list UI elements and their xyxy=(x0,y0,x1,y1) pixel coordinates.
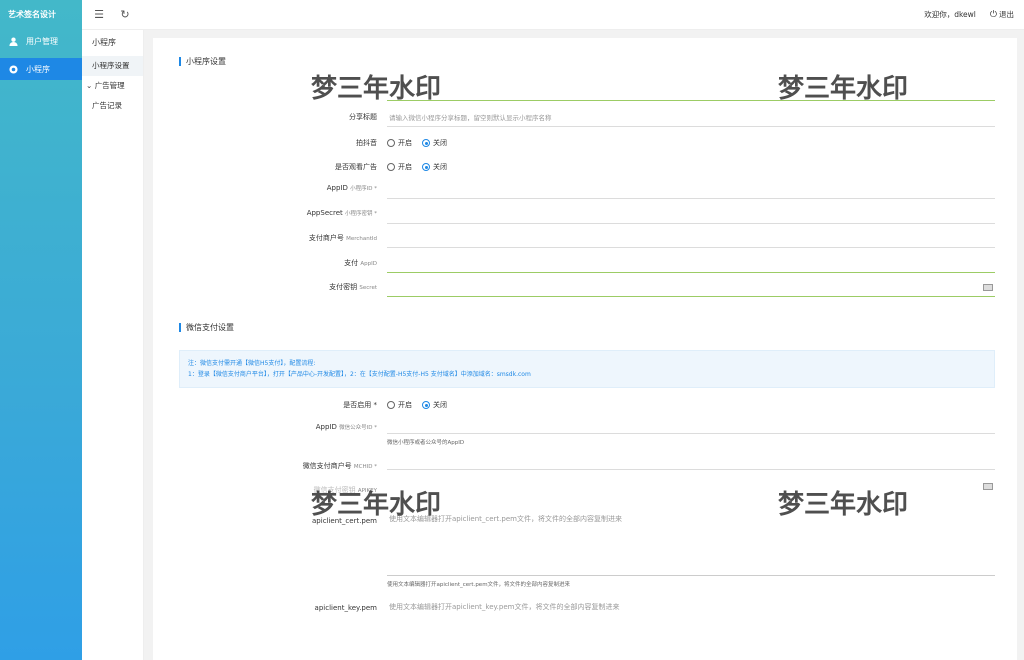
app-title: 艺术签名设计 xyxy=(8,10,56,19)
form-row-payappid: 支付 AppID xyxy=(153,254,1017,274)
ad-label: 是否观看广告 xyxy=(335,163,377,171)
keyboard-icon[interactable] xyxy=(983,483,993,490)
section-title-wechat-pay: 微信支付设置 xyxy=(179,322,234,333)
wx-appid-hint: 微信小程序或者公众号的AppID xyxy=(387,440,465,446)
subnav-group-label: 广告管理 xyxy=(94,81,125,90)
sidebar-item-label: 小程序 xyxy=(26,64,50,74)
appid-label: AppID 小程序ID * xyxy=(326,184,377,192)
form-row-mch: 微信支付商户号 MCHID * xyxy=(153,457,1017,477)
watermark-2: 梦三年水印 xyxy=(778,74,909,104)
enable-on-radio[interactable]: 开启 xyxy=(387,400,412,410)
user-icon xyxy=(8,36,18,46)
chevron-down-icon: ⌄ xyxy=(86,81,93,90)
douyin-radio-group: 开启 关闭 xyxy=(387,138,457,148)
watermark-3: 梦三年水印 xyxy=(311,490,442,520)
share-title-input[interactable]: 请输入微信小程序分享标题，留空则默认显示小程序名称 xyxy=(387,108,995,127)
watermark-4: 梦三年水印 xyxy=(778,490,909,520)
form-row-ad: 是否观看广告 开启 关闭 xyxy=(153,158,1017,178)
menu-toggle-icon[interactable]: ☰ xyxy=(90,8,108,21)
appsecret-input[interactable] xyxy=(387,205,995,224)
wx-appid-input[interactable] xyxy=(387,419,995,434)
share-label: 分享标题 xyxy=(349,113,377,121)
miniapp-icon xyxy=(8,64,18,74)
keypem-textarea[interactable]: 使用文本编辑器打开apiclient_key.pem文件，将文件的全部内容复制进… xyxy=(387,598,995,658)
watermark-1: 梦三年水印 xyxy=(311,74,442,104)
form-row-merchant: 支付商户号 MerchantId xyxy=(153,229,1017,249)
sidebar-item-users[interactable]: 用户管理 xyxy=(0,30,82,52)
logout-link[interactable]: 退出 xyxy=(999,9,1014,20)
power-icon[interactable]: ⏻ xyxy=(990,10,997,20)
note-line-2: 1：登录【微信支付商户平台】，打开【产品中心-开发配置】，2：在【支付配置-H5… xyxy=(188,371,531,378)
pay-secret-input[interactable] xyxy=(387,278,995,297)
enable-radio-group: 开启 关闭 xyxy=(387,400,457,410)
pay-appid-input[interactable] xyxy=(387,254,995,273)
keypem-label: apiclient_key.pem xyxy=(314,604,377,612)
payappid-label: 支付 AppID xyxy=(344,259,377,267)
refresh-icon[interactable]: ↻ xyxy=(116,8,134,21)
sub-nav-title: 小程序 xyxy=(92,38,116,47)
douyin-on-radio[interactable]: 开启 xyxy=(387,138,412,148)
douyin-off-radio[interactable]: 关闭 xyxy=(422,138,447,148)
form-row-enable: 是否启用 * 开启 关闭 xyxy=(153,396,1017,416)
form-row-secret: AppSecret 小程序密钥 * xyxy=(153,205,1017,225)
subnav-item-ad-records[interactable]: 广告记录 xyxy=(82,96,143,116)
main-panel: 小程序设置 分享标题 请输入微信小程序分享标题，留空则默认显示小程序名称 拍抖音… xyxy=(153,38,1017,660)
enable-off-radio[interactable]: 关闭 xyxy=(422,400,447,410)
enable-label: 是否启用 * xyxy=(343,401,377,409)
subnav-group-ads[interactable]: ⌄ 广告管理 xyxy=(82,76,143,96)
wx-appid-label: AppID 微信公众号ID * xyxy=(315,423,377,431)
username[interactable]: dkewl xyxy=(954,10,976,19)
paysecret-label: 支付密钥 Secret xyxy=(329,283,377,291)
secret-label: AppSecret 小程序密钥 * xyxy=(306,209,377,217)
sidebar: 艺术签名设计 用户管理 小程序 xyxy=(0,0,82,660)
form-row-wx-appid: AppID 微信公众号ID * xyxy=(153,419,1017,439)
sub-nav: 小程序 小程序设置 ⌄ 广告管理 广告记录 xyxy=(82,30,144,660)
appid-input[interactable] xyxy=(387,180,995,199)
note-line-1: 注：微信支付需开通【微信H5支付】，配置流程: xyxy=(188,360,316,367)
ad-off-radio[interactable]: 关闭 xyxy=(422,162,447,172)
section-title-miniapp: 小程序设置 xyxy=(179,56,226,67)
keyboard-icon[interactable] xyxy=(983,284,993,291)
subnav-item-settings[interactable]: 小程序设置 xyxy=(82,56,143,76)
form-row-appid: AppID 小程序ID * xyxy=(153,180,1017,200)
merchant-id-input[interactable] xyxy=(387,229,995,248)
config-note: 注：微信支付需开通【微信H5支付】，配置流程: 1：登录【微信支付商户平台】，打… xyxy=(179,350,995,388)
mch-label: 微信支付商户号 MCHID * xyxy=(302,462,377,470)
ad-on-radio[interactable]: 开启 xyxy=(387,162,412,172)
sidebar-item-label: 用户管理 xyxy=(26,36,58,46)
form-row-douyin: 拍抖音 开启 关闭 xyxy=(153,134,1017,154)
user-area: 欢迎你， dkewl ⏻ 退出 xyxy=(920,9,1014,20)
sidebar-item-miniapp[interactable]: 小程序 xyxy=(0,58,82,80)
form-row-paysecret: 支付密钥 Secret xyxy=(153,278,1017,298)
cert-hint: 使用文本编辑器打开apiclient_cert.pem文件，将文件的全部内容复制… xyxy=(387,582,571,588)
welcome-text: 欢迎你， xyxy=(924,10,955,19)
ad-radio-group: 开启 关闭 xyxy=(387,162,457,172)
mch-id-input[interactable] xyxy=(387,457,995,470)
top-bar: ☰ ↻ 欢迎你， dkewl ⏻ 退出 xyxy=(82,0,1024,30)
form-row-share: 分享标题 请输入微信小程序分享标题，留空则默认显示小程序名称 xyxy=(153,108,1017,128)
douyin-label: 拍抖音 xyxy=(356,139,377,147)
merchant-label: 支付商户号 MerchantId xyxy=(308,234,377,242)
